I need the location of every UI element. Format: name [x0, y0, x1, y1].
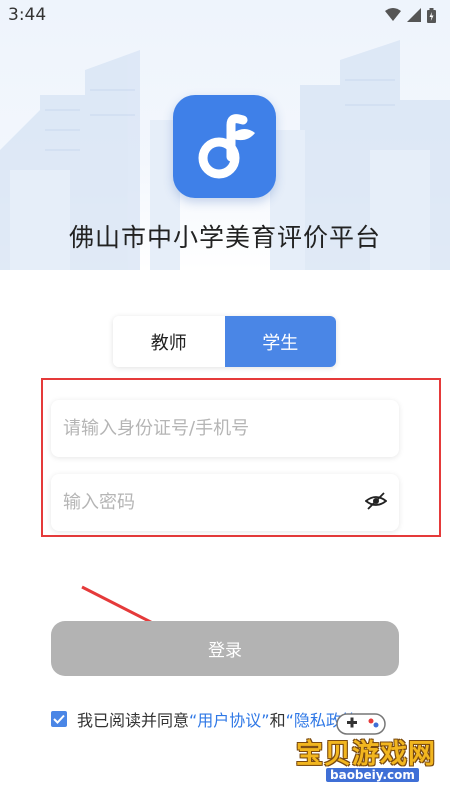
tab-teacher[interactable]: 教师 [113, 316, 225, 367]
status-bar: 3:44 [0, 0, 450, 30]
watermark-url: baobeiy.com [326, 768, 419, 782]
app-title: 佛山市中小学美育评价平台 [68, 223, 381, 252]
battery-icon [427, 7, 436, 23]
id-phone-input[interactable] [51, 400, 399, 457]
agreement-and: 和 [269, 711, 286, 730]
music-note-icon [198, 114, 255, 179]
login-button[interactable]: 登录 [51, 621, 399, 676]
app-logo [173, 95, 276, 198]
watermark: 宝贝游戏网 baobeiy.com [286, 708, 436, 794]
tab-student[interactable]: 学生 [224, 316, 336, 367]
role-switch: 教师 学生 [113, 316, 336, 367]
status-time: 3:44 [8, 5, 47, 25]
watermark-title: 宝贝游戏网 [296, 739, 436, 770]
password-input[interactable] [51, 474, 399, 531]
status-icons [385, 7, 436, 23]
id-phone-field [51, 400, 399, 457]
agreement-prefix: 我已阅读并同意 [77, 711, 190, 730]
password-field [51, 474, 399, 531]
agreement-checkbox[interactable] [51, 711, 67, 727]
user-agreement-link[interactable]: “用户协议” [189, 707, 270, 731]
check-icon [53, 714, 65, 724]
signal-icon [407, 8, 421, 22]
eye-closed-icon[interactable] [365, 492, 387, 510]
wifi-icon [385, 8, 401, 21]
